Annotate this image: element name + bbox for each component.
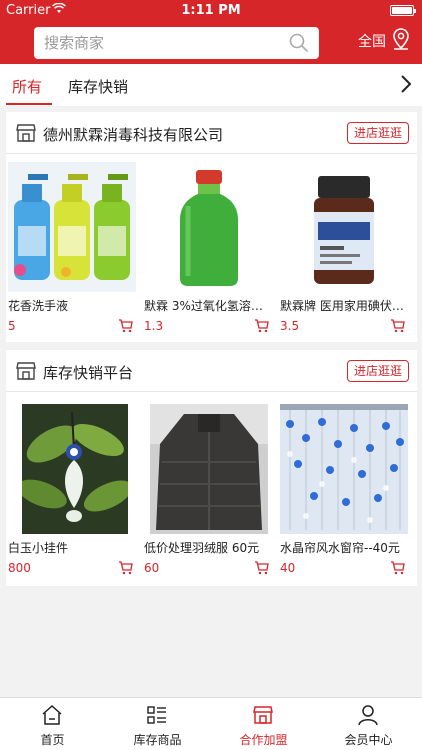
product-name: 低价处理羽绒服 60元	[144, 541, 260, 555]
tab-all[interactable]: 所有	[12, 76, 42, 97]
cart-icon[interactable]	[118, 560, 133, 579]
tab-home[interactable]: 首页	[0, 698, 105, 750]
category-tabs: 所有 库存快销	[0, 64, 422, 106]
cart-icon[interactable]	[390, 318, 405, 337]
product-price: 40	[280, 561, 296, 575]
product-name: 花香洗手液	[8, 299, 69, 313]
user-icon	[357, 704, 379, 730]
cart-icon[interactable]	[390, 560, 405, 579]
store-name[interactable]: 德州默霖消毒科技有限公司	[43, 124, 223, 145]
store-name[interactable]: 库存快销平台	[43, 362, 133, 383]
tab-inventory-products-label: 库存商品	[133, 733, 182, 747]
product-image[interactable]	[144, 162, 272, 292]
list-icon	[146, 704, 168, 730]
product-name: 水晶帘风水窗帘--40元	[280, 541, 400, 555]
search-input[interactable]	[44, 33, 274, 53]
product-price: 800	[8, 561, 31, 575]
product-price: 3.5	[280, 319, 300, 333]
app-header: Carrier 1:11 PM 全国	[0, 0, 422, 64]
battery-icon	[390, 5, 416, 16]
product-item[interactable]: 默霖 3%过氧化氢溶液 100ml 1.3	[144, 162, 272, 337]
product-price: 5	[8, 319, 16, 333]
tab-inventory-sale[interactable]: 库存快销	[68, 76, 128, 97]
product-name: 默霖牌 医用家用碘伏消毒液	[280, 299, 404, 313]
cart-icon[interactable]	[118, 318, 133, 337]
bottom-tab-bar: 首页 库存商品 合作加盟 会员中心	[0, 697, 422, 750]
search-box[interactable]	[34, 27, 319, 59]
visit-store-button[interactable]: 进店逛逛	[347, 360, 409, 382]
product-image[interactable]	[22, 404, 128, 534]
product-image[interactable]	[280, 162, 408, 292]
tab-member-center-label: 会员中心	[344, 733, 393, 747]
region-label: 全国	[358, 34, 386, 50]
tab-inventory-products[interactable]: 库存商品	[105, 698, 210, 750]
status-bar: Carrier 1:11 PM	[0, 0, 422, 22]
cart-icon[interactable]	[254, 560, 269, 579]
product-image[interactable]	[8, 162, 136, 292]
store-header: 库存快销平台 进店逛逛	[6, 350, 417, 392]
product-item[interactable]: 白玉小挂件 800	[8, 402, 136, 580]
store-icon	[15, 360, 37, 386]
tab-member-center[interactable]: 会员中心	[316, 698, 421, 750]
product-name: 白玉小挂件	[8, 541, 69, 555]
visit-store-button[interactable]: 进店逛逛	[347, 122, 409, 144]
store-icon	[252, 704, 274, 730]
product-image[interactable]	[150, 404, 268, 534]
home-icon	[41, 704, 63, 730]
region-selector[interactable]: 全国	[358, 28, 409, 51]
tab-home-label: 首页	[40, 733, 65, 747]
product-item[interactable]: 花香洗手液 5	[8, 162, 136, 337]
product-name: 默霖 3%过氧化氢溶液 100ml	[144, 299, 268, 313]
product-image[interactable]	[280, 404, 408, 534]
active-tab-indicator	[6, 103, 52, 105]
search-icon[interactable]	[289, 33, 309, 57]
store-icon	[15, 122, 37, 148]
cart-icon[interactable]	[254, 318, 269, 337]
product-item[interactable]: 低价处理羽绒服 60元 60	[144, 402, 272, 580]
store-card: 库存快销平台 进店逛逛 白玉小挂件 800 低价处理羽绒服 60元 60 水晶帘…	[6, 350, 417, 586]
chevron-right-icon[interactable]	[400, 74, 412, 98]
product-item[interactable]: 默霖牌 医用家用碘伏消毒液 3.5	[280, 162, 408, 337]
store-header: 德州默霖消毒科技有限公司 进店逛逛	[6, 112, 417, 154]
tab-partnership-label: 合作加盟	[239, 733, 288, 747]
product-price: 60	[144, 561, 160, 575]
product-price: 1.3	[144, 319, 164, 333]
location-pin-icon	[392, 28, 410, 54]
store-card: 德州默霖消毒科技有限公司 进店逛逛 花香洗手液 5 默霖 3%过氧化氢溶液 1.…	[6, 112, 417, 342]
clock: 1:11 PM	[181, 3, 241, 18]
product-item[interactable]: 水晶帘风水窗帘--40元 40	[280, 402, 408, 580]
tab-partnership[interactable]: 合作加盟	[211, 698, 316, 750]
